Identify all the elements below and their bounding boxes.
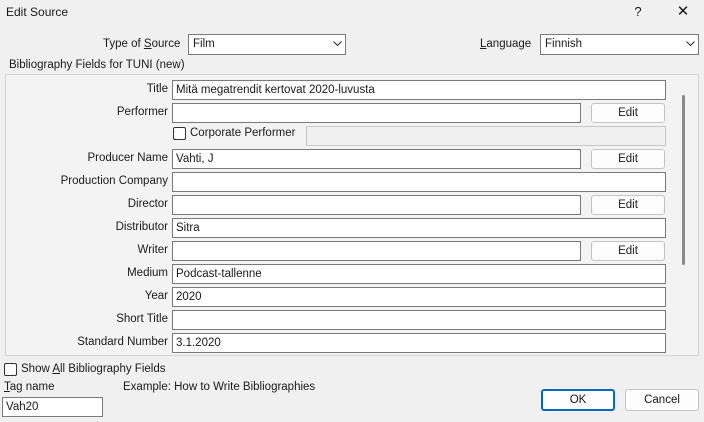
type-of-source-label: Type of Source	[103, 38, 181, 50]
tag-name-label: Tag name	[4, 381, 55, 393]
short-title-field[interactable]	[172, 310, 666, 330]
writer-field[interactable]	[172, 241, 581, 261]
director-edit-button[interactable]: Edit	[591, 195, 665, 215]
director-label: Director	[127, 198, 168, 210]
type-of-source-value: Film	[193, 38, 215, 50]
corporate-performer-label: Corporate Performer	[190, 127, 296, 139]
bibliography-fields-group-label: Bibliography Fields for TUNI (new)	[9, 59, 185, 71]
producer-name-edit-button[interactable]: Edit	[591, 149, 665, 169]
corporate-performer-checkbox[interactable]	[173, 127, 186, 140]
title-bar: Edit Source ? ✕	[0, 0, 704, 26]
bibliography-fields-panel: Title Mitä megatrendit kertovat 2020-luv…	[5, 74, 699, 356]
language-select[interactable]: Finnish	[540, 34, 699, 55]
director-field[interactable]	[172, 195, 581, 215]
scrollbar-thumb[interactable]	[682, 95, 685, 265]
producer-name-field[interactable]: Vahti, J	[172, 149, 581, 169]
title-field[interactable]: Mitä megatrendit kertovat 2020-luvusta	[172, 80, 666, 100]
distributor-field[interactable]: Sitra	[172, 218, 666, 238]
chevron-down-icon	[328, 35, 345, 54]
cancel-button[interactable]: Cancel	[625, 389, 699, 411]
production-company-field[interactable]	[172, 172, 666, 192]
window-title: Edit Source	[6, 5, 69, 19]
producer-name-label: Producer Name	[87, 152, 168, 164]
type-of-source-select[interactable]: Film	[188, 34, 346, 55]
language-value: Finnish	[545, 38, 583, 50]
close-button[interactable]: ✕	[672, 3, 694, 23]
medium-label: Medium	[127, 267, 168, 279]
distributor-label: Distributor	[115, 221, 168, 233]
standard-number-label: Standard Number	[77, 336, 168, 348]
year-field[interactable]: 2020	[172, 287, 666, 307]
performer-label: Performer	[116, 106, 168, 118]
chevron-down-icon	[681, 35, 698, 54]
show-all-fields-checkbox[interactable]	[4, 363, 17, 376]
performer-edit-button[interactable]: Edit	[591, 103, 665, 123]
writer-label: Writer	[137, 244, 168, 256]
performer-field[interactable]	[172, 103, 581, 123]
tag-name-field[interactable]: Vah20	[2, 397, 103, 417]
language-label: Language	[480, 38, 532, 50]
ok-button[interactable]: OK	[541, 389, 615, 411]
year-label: Year	[144, 290, 168, 302]
title-label: Title	[146, 83, 168, 95]
standard-number-field[interactable]: 3.1.2020	[172, 333, 666, 353]
production-company-label: Production Company	[60, 175, 168, 187]
corporate-performer-field	[306, 126, 666, 146]
show-all-fields-label: Show All Bibliography Fields	[21, 363, 166, 375]
help-button[interactable]: ?	[628, 3, 648, 23]
example-text: Example: How to Write Bibliographies	[123, 381, 316, 393]
writer-edit-button[interactable]: Edit	[591, 241, 665, 261]
short-title-label: Short Title	[116, 313, 168, 325]
medium-field[interactable]: Podcast-tallenne	[172, 264, 666, 284]
